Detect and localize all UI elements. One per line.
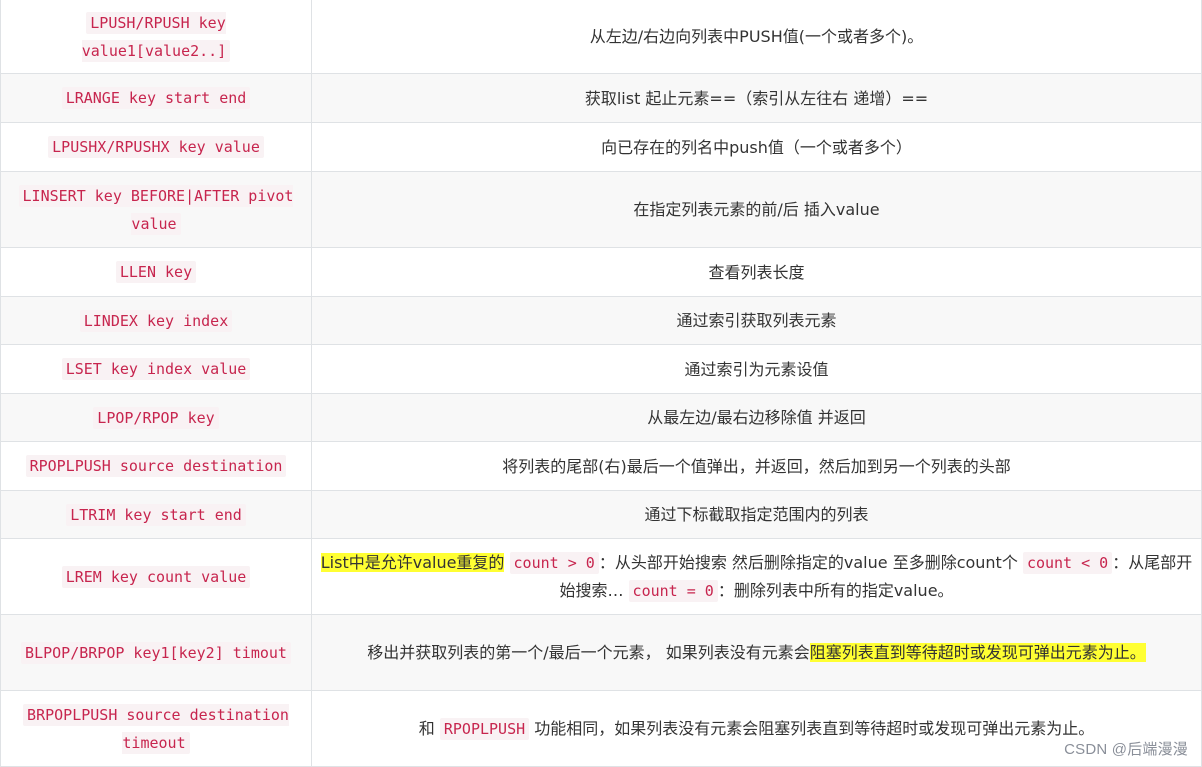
command-cell: LTRIM key start end (0, 490, 312, 539)
command-cell: LINSERT key BEFORE|AFTER pivot value (0, 171, 312, 248)
command-cell: LREM key count value (0, 538, 312, 615)
command-code: LRANGE key start end (61, 87, 251, 109)
command-code: LPOP/RPOP key (93, 406, 219, 429)
description-text: 功能相同，如果列表没有元素会阻塞列表直到等待超时或发现可弹出元素为止。 (534, 718, 1095, 738)
command-cell: LINDEX key index (0, 296, 312, 345)
table-row: LTRIM key start end 通过下标截取指定范围内的列表 (0, 490, 1202, 539)
command-code: LSET key index value (61, 358, 251, 380)
highlighted-text: List中是允许value重复的 (320, 552, 505, 572)
command-code: BLPOP/BRPOP key1[key2] timout (21, 641, 291, 664)
command-code: LPUSH/RPUSH key value1[value2..] (81, 11, 231, 62)
inline-code: count > 0 (509, 551, 599, 574)
command-cell: LPUSH/RPUSH key value1[value2..] (0, 0, 312, 74)
description-text: ：从头部开始搜索 然后删除指定的value 至多删除count个 (598, 552, 1018, 572)
command-code: BRPOPLPUSH source destination timeout (23, 703, 289, 754)
command-cell: LLEN key (0, 247, 312, 297)
command-code: LTRIM key start end (66, 503, 246, 526)
command-cell: RPOPLPUSH source destination (0, 441, 312, 491)
command-code: LLEN key (115, 261, 197, 283)
command-code: LINDEX key index (79, 309, 233, 332)
table-row: LPUSH/RPUSH key value1[value2..] 从左边/右边向… (0, 0, 1202, 74)
highlighted-text: 阻塞列表直到等待超时或发现可弹出元素为止。 (809, 643, 1146, 662)
description-cell: 查看列表长度 (311, 247, 1202, 297)
description-cell: 获取list 起止元素==（索引从左往右 递增）== (311, 73, 1202, 123)
description-cell: List中是允许value重复的 count > 0 ：从头部开始搜索 然后删除指… (311, 538, 1202, 615)
command-code: LREM key count value (61, 565, 251, 588)
table-row: LINSERT key BEFORE|AFTER pivot value 在指定… (0, 171, 1202, 248)
inline-code: count < 0 (1022, 551, 1113, 574)
command-cell: LPOP/RPOP key (0, 393, 312, 442)
table-row: LPOP/RPOP key 从最左边/最右边移除值 并返回 (0, 393, 1202, 442)
description-cell: 向已存在的列名中push值（一个或者多个） (311, 122, 1202, 172)
command-cell: LRANGE key start end (0, 73, 312, 123)
description-text: ：删除列表中所有的指定value。 (717, 580, 954, 600)
command-code: RPOPLPUSH source destination (25, 455, 287, 477)
inline-code: count = 0 (628, 579, 718, 602)
command-cell: LPUSHX/RPUSHX key value (0, 122, 312, 172)
description-cell: 移出并获取列表的第一个/最后一个元素， 如果列表没有元素会阻塞列表直到等待超时或… (311, 614, 1202, 691)
command-cell: BLPOP/BRPOP key1[key2] timout (0, 614, 312, 691)
description-cell: 通过索引获取列表元素 (311, 296, 1202, 345)
table-row: LINDEX key index 通过索引获取列表元素 (0, 296, 1202, 345)
table-row: RPOPLPUSH source destination 将列表的尾部(右)最后… (0, 441, 1202, 491)
description-cell: 从最左边/最右边移除值 并返回 (311, 393, 1202, 442)
table-row: LREM key count value List中是允许value重复的 co… (0, 538, 1202, 615)
description-cell: 从左边/右边向列表中PUSH值(一个或者多个)。 (311, 0, 1202, 74)
command-code: LINSERT key BEFORE|AFTER pivot value (18, 184, 294, 235)
description-text: 移出并获取列表的第一个/最后一个元素， 如果列表没有元素会 (367, 643, 810, 662)
table-row: LRANGE key start end 获取list 起止元素==（索引从左往… (0, 73, 1202, 123)
table-row: LSET key index value 通过索引为元素设值 (0, 344, 1202, 394)
command-cell: BRPOPLPUSH source destination timeout (0, 690, 312, 767)
table-row: LPUSHX/RPUSHX key value 向已存在的列名中push值（一个… (0, 122, 1202, 172)
table-row: BRPOPLPUSH source destination timeout 和 … (0, 690, 1202, 767)
description-cell: 在指定列表元素的前/后 插入value (311, 171, 1202, 248)
description-cell: 将列表的尾部(右)最后一个值弹出，并返回，然后加到另一个列表的头部 (311, 441, 1202, 491)
command-cell: LSET key index value (0, 344, 312, 394)
command-code: LPUSHX/RPUSHX key value (48, 136, 264, 158)
description-cell: 通过索引为元素设值 (311, 344, 1202, 394)
description-text: 和 (418, 718, 435, 738)
redis-list-command-table: LPUSH/RPUSH key value1[value2..] 从左边/右边向… (0, 0, 1202, 767)
table-row: LLEN key 查看列表长度 (0, 247, 1202, 297)
inline-code: RPOPLPUSH (439, 717, 530, 740)
csdn-watermark: CSDN @后端漫漫 (1064, 741, 1188, 758)
description-cell: 通过下标截取指定范围内的列表 (311, 490, 1202, 539)
table-row: BLPOP/BRPOP key1[key2] timout 移出并获取列表的第一… (0, 614, 1202, 691)
